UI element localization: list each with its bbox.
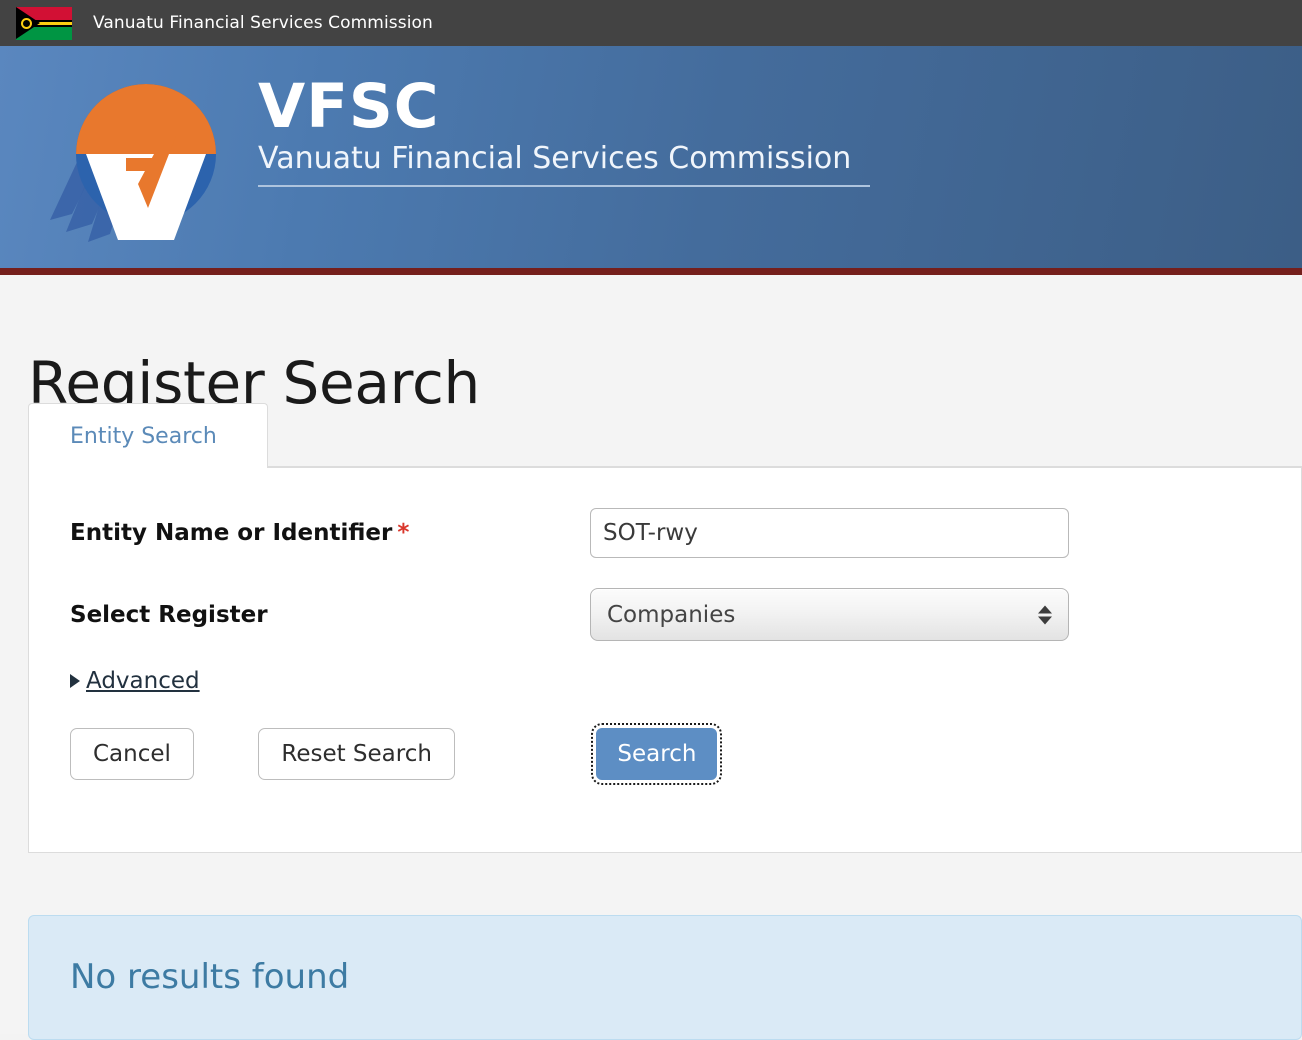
vfsc-logo-icon[interactable] <box>30 62 246 254</box>
register-select-value: Companies <box>607 601 736 628</box>
brand-acronym: VFSC <box>258 71 440 142</box>
advanced-toggle[interactable]: Advanced <box>70 668 200 694</box>
reset-search-button[interactable]: Reset Search <box>258 728 455 780</box>
brand-block: VFSC Vanuatu Financial Services Commissi… <box>258 71 918 188</box>
page-body: Register Search Entity Search Entity Nam… <box>0 275 1302 1040</box>
tab-entity-search-label: Entity Search <box>70 423 217 449</box>
field-row-select-register: Select Register Companies <box>70 588 1069 641</box>
tab-entity-search[interactable]: Entity Search <box>28 403 268 470</box>
brand-full-name: Vanuatu Financial Services Commission <box>258 141 852 176</box>
browser-tab-title: Vanuatu Financial Services Commission <box>93 13 433 33</box>
browser-title-bar: Vanuatu Financial Services Commission <box>0 0 1302 46</box>
form-actions: Cancel Reset Search Search <box>70 723 723 785</box>
register-select[interactable]: Companies <box>590 588 1069 641</box>
header-accent-rule <box>0 268 1302 275</box>
required-asterisk: * <box>397 520 410 546</box>
tab-strip: Entity Search <box>28 403 1302 470</box>
brand-divider <box>258 185 870 188</box>
vanuatu-flag-icon <box>16 6 72 40</box>
search-button[interactable]: Search <box>591 723 723 785</box>
no-results-message: No results found <box>70 957 350 997</box>
select-stepper-icon <box>1038 605 1052 624</box>
search-form-panel: Entity Name or Identifier* Select Regist… <box>28 468 1302 853</box>
cancel-button[interactable]: Cancel <box>70 728 194 780</box>
label-select-register: Select Register <box>70 601 268 628</box>
advanced-toggle-label: Advanced <box>86 668 200 694</box>
field-row-entity-name: Entity Name or Identifier * <box>70 508 1069 558</box>
triangle-right-icon <box>70 674 80 688</box>
site-header: VFSC Vanuatu Financial Services Commissi… <box>0 46 1302 304</box>
label-entity-name: Entity Name or Identifier * <box>70 520 410 546</box>
entity-name-input[interactable] <box>590 508 1069 558</box>
no-results-box: No results found <box>28 915 1302 1040</box>
